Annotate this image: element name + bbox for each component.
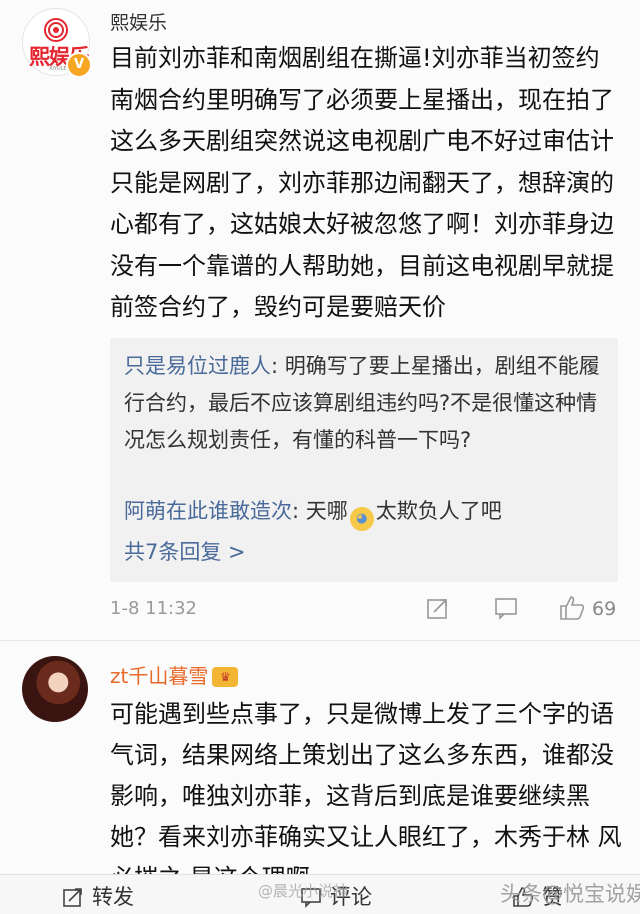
watermark-text: @晨光小说神 xyxy=(258,882,349,900)
repost-icon xyxy=(63,888,82,907)
logo-subtext: XIYULE xyxy=(49,66,67,72)
repost-button[interactable]: 转发 xyxy=(62,881,134,911)
verified-badge: V xyxy=(66,52,92,78)
reply-username[interactable]: 只是易位过鹿人 xyxy=(124,354,271,378)
crown-icon: ♛ xyxy=(212,667,239,687)
post-author[interactable]: 熙娱乐 xyxy=(110,8,167,35)
more-replies-link[interactable]: 共7条回复 > xyxy=(124,536,246,566)
repost-icon[interactable] xyxy=(426,596,450,620)
reply-text-after: 太欺负人了吧 xyxy=(375,499,502,523)
replies-box: 只是易位过鹿人: 明确写了要上星播出，剧组不能履行合约，最后不应该算剧组违约吗?… xyxy=(110,338,618,582)
comment-icon[interactable] xyxy=(494,596,518,620)
commenter-name[interactable]: zt千山暮雪 ♛ xyxy=(110,660,239,689)
repost-label: 转发 xyxy=(92,885,134,909)
like-icon[interactable] xyxy=(558,594,586,622)
reply-username[interactable]: 阿萌在此谁敢造次 xyxy=(124,499,292,523)
logo-swirl-icon xyxy=(44,18,68,42)
like-count: 69 xyxy=(592,598,617,620)
crying-emoji-icon: ◕ xyxy=(349,507,374,531)
commenter-name-text[interactable]: zt千山暮雪 xyxy=(110,664,208,688)
divider xyxy=(0,640,640,641)
watermark-text-2: 头条@悦宝说娱 xyxy=(500,882,640,906)
commenter-avatar[interactable] xyxy=(22,656,88,722)
reply-item: 只是易位过鹿人: 明确写了要上星播出，剧组不能履行合约，最后不应该算剧组违约吗?… xyxy=(124,348,612,459)
reply-item: 阿萌在此谁敢造次: 天哪 ◕ 太欺负人了吧 xyxy=(124,493,502,531)
post-text: 目前刘亦菲和南烟剧组在撕逼!刘亦菲当初签约南烟合约里明确写了必须要上星播出，现在… xyxy=(110,44,614,321)
reply-text: : 天哪 xyxy=(292,499,348,523)
post-timestamp: 1-8 11:32 xyxy=(110,598,197,619)
comment-text: 可能遇到些点事了，只是微博上发了三个字的语气词，结果网络上策划出了这么多东西，谁… xyxy=(110,700,622,884)
